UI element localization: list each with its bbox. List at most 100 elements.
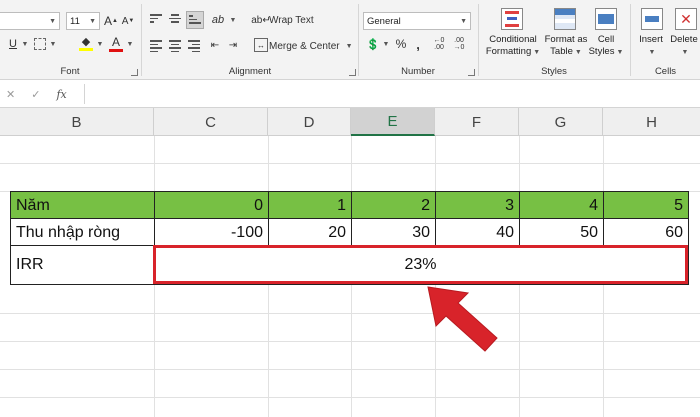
number-dialog-launcher-icon[interactable] [468,69,475,76]
column-header-e[interactable]: E [351,108,435,136]
table-border [351,191,352,245]
cell-styles-label-line2: Styles [588,45,615,57]
font-dialog-launcher-icon[interactable] [131,69,138,76]
increase-font-size-icon[interactable]: A ▲ [104,13,118,29]
irr-result-cell[interactable]: 23% [153,245,688,284]
irr-value: 23% [404,255,437,273]
formula-bar: ✕ ✓ fx [0,80,700,108]
conditional-formatting-icon[interactable] [501,8,523,30]
cell-styles-button[interactable]: Cell Styles ▼ [585,34,627,58]
table-border [519,191,520,245]
column-header-h[interactable]: H [603,108,700,136]
align-left-icon[interactable] [150,40,162,52]
borders-dropdown-icon[interactable]: ▼ [48,36,57,52]
comma-style-icon[interactable]: , [413,36,423,52]
cell-f-year[interactable]: 3 [435,192,519,219]
merge-center-button[interactable]: Merge & Center ▼ [269,38,353,54]
align-right-icon[interactable] [188,40,200,52]
wrap-text-button[interactable]: Wrap Text [269,12,314,28]
merge-center-label: Merge & Center [269,40,340,52]
cell-b-nam[interactable]: Năm [11,192,154,219]
column-header-g[interactable]: G [519,108,603,136]
delete-button[interactable]: Delete ▼ [667,34,700,58]
alignment-dialog-launcher-icon[interactable] [349,69,356,76]
font-group-label: Font [60,66,80,77]
alignment-group: ab ▼ ab↵ Wrap Text ⇤ ⇥ ↔ Merge & Center ▼… [142,0,358,80]
styles-group: Conditional Formatting ▼ Format as Table ▼… [479,0,629,80]
cells-group-label: Cells [654,66,677,77]
cell-d-year[interactable]: 1 [268,192,351,219]
cancel-icon[interactable]: ✕ [6,88,15,101]
table-border [435,191,436,245]
merge-center-icon[interactable]: ↔ [254,38,268,52]
column-header-f[interactable]: F [435,108,519,136]
conditional-formatting-button[interactable]: Conditional Formatting ▼ [481,34,545,58]
cell-b-net-income[interactable]: Thu nhập ròng [11,219,154,246]
accounting-format-icon[interactable]: 💲 [365,36,381,52]
formula-input[interactable] [84,84,700,104]
conditional-formatting-label-line2: Formatting [485,45,532,57]
cell-c-year[interactable]: 0 [154,192,268,219]
format-as-table-label-line1: Format as [544,34,588,45]
cell-g-year[interactable]: 4 [519,192,603,219]
table-border [268,191,269,245]
cell-d-net-income[interactable]: 20 [268,219,351,246]
format-as-table-button[interactable]: Format as Table ▼ [541,34,591,58]
delete-cells-icon[interactable]: ✕ [675,8,697,30]
formula-controls: ✕ ✓ fx [0,84,84,104]
font-size-dropdown[interactable]: 11 ▼ [66,12,100,30]
enter-icon[interactable]: ✓ [31,88,40,101]
gridline [0,341,700,342]
font-group: ▼ 11 ▼ A ▲ A ▼ U ▼ ▼ ◆ ▼ A ▼ Font [0,0,140,80]
fill-color-dropdown-icon[interactable]: ▼ [95,36,104,52]
cell-b-irr[interactable]: IRR [11,246,154,284]
cell-h-net-income[interactable]: 60 [603,219,688,246]
insert-button[interactable]: Insert ▼ [633,34,669,58]
orientation-icon[interactable]: ab [210,12,226,28]
number-format-value: General [367,15,401,27]
increase-indent-icon[interactable]: ⇥ [226,38,240,52]
cell-e-net-income[interactable]: 30 [351,219,435,246]
wrap-text-icon[interactable]: ab↵ [251,12,271,28]
gridline [0,163,700,164]
ribbon: ▼ 11 ▼ A ▲ A ▼ U ▼ ▼ ◆ ▼ A ▼ Font ab ▼ ab↵ … [0,0,700,80]
accounting-dropdown-icon[interactable]: ▼ [381,36,390,52]
cell-e-year[interactable]: 2 [351,192,435,219]
cell-styles-icon[interactable] [595,8,617,30]
underline-dropdown-icon[interactable]: ▼ [20,36,29,52]
borders-icon[interactable] [34,38,46,50]
column-header-d[interactable]: D [268,108,351,136]
align-bottom-icon[interactable] [186,11,204,29]
column-header-c[interactable]: C [154,108,268,136]
font-name-dropdown[interactable]: ▼ [0,12,60,30]
alignment-group-label: Alignment [228,66,272,77]
insert-function-icon[interactable]: fx [56,88,66,101]
font-color-icon[interactable]: A [108,34,124,52]
table-border [603,191,604,245]
font-color-dropdown-icon[interactable]: ▼ [125,36,134,52]
decrease-decimal-icon[interactable]: .00 →0 [451,36,467,52]
align-top-icon[interactable] [150,14,162,24]
orientation-dropdown-icon[interactable]: ▼ [228,12,237,28]
number-format-dropdown[interactable]: General ▼ [363,12,471,30]
percent-style-icon[interactable]: % [395,36,407,52]
column-headers: B C D E F G H [0,108,700,136]
fill-color-icon[interactable]: ◆ [78,34,94,52]
decrease-font-size-icon[interactable]: A ▼ [121,13,135,29]
format-as-table-icon[interactable] [554,8,576,30]
format-as-table-label-line2: Table [550,45,573,57]
align-center-icon[interactable] [169,40,181,52]
underline-icon[interactable]: U [6,36,20,52]
font-size-value: 11 [70,15,80,27]
column-header-b[interactable]: B [0,108,154,136]
decrease-indent-icon[interactable]: ⇤ [208,38,222,52]
cell-g-net-income[interactable]: 50 [519,219,603,246]
table-border [10,218,689,219]
insert-cells-icon[interactable] [641,8,663,30]
increase-decimal-icon[interactable]: ←0.00 [431,36,447,52]
align-middle-icon[interactable] [169,14,181,24]
cell-f-net-income[interactable]: 40 [435,219,519,246]
styles-group-label: Styles [541,66,567,77]
cell-c-net-income[interactable]: -100 [154,219,268,246]
cell-h-year[interactable]: 5 [603,192,688,219]
